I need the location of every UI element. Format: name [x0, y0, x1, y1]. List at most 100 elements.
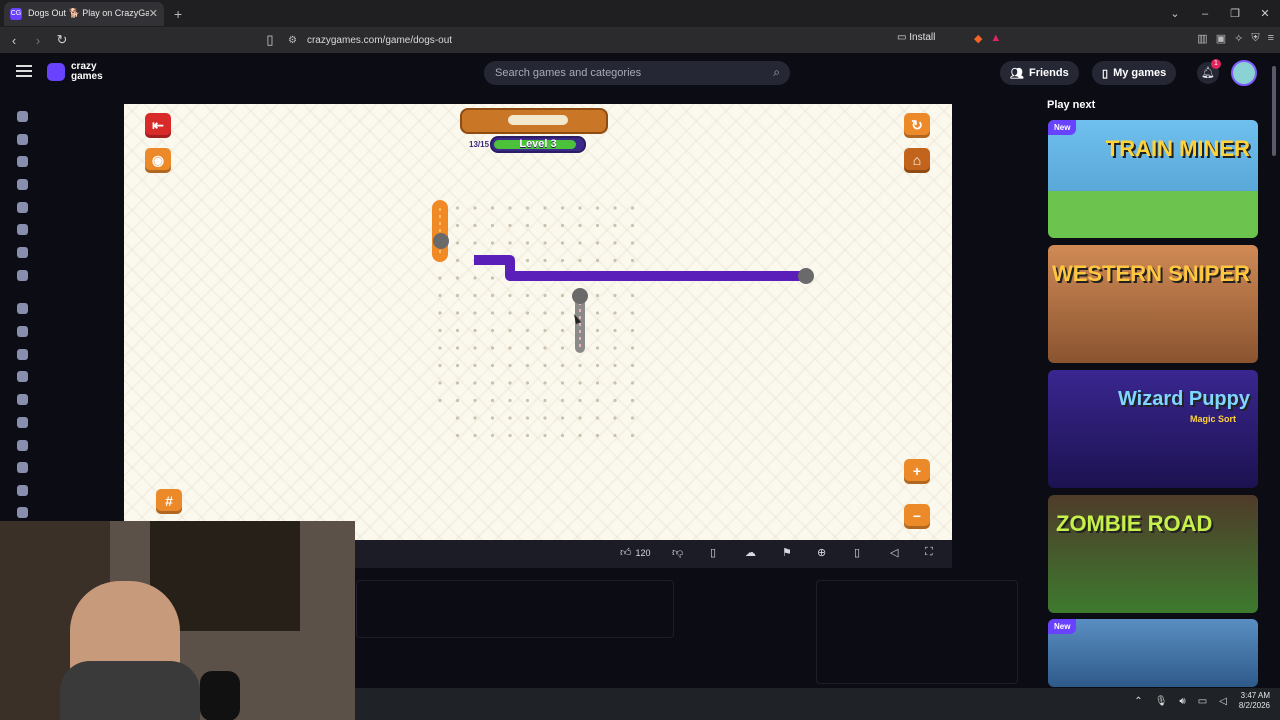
grid-dot[interactable] [490, 433, 495, 438]
grid-dot[interactable] [613, 363, 617, 368]
grid-dot[interactable] [595, 433, 600, 438]
grid-dot[interactable] [560, 258, 565, 263]
grid-dot[interactable] [508, 416, 512, 420]
volume-icon[interactable]: 🔊︎ [1179, 696, 1185, 707]
grid-dot[interactable] [455, 346, 460, 350]
grid-dot[interactable] [578, 258, 582, 263]
grid-dot[interactable] [455, 223, 460, 228]
grid-dot[interactable] [613, 293, 617, 298]
grid-dot[interactable] [455, 433, 460, 438]
game-card-next[interactable]: New [1048, 619, 1258, 687]
basketball-icon[interactable] [17, 349, 28, 360]
grid-dot[interactable] [543, 223, 547, 228]
grid-dot[interactable] [630, 241, 635, 245]
grid-dot[interactable] [613, 241, 617, 245]
grid-dot[interactable] [560, 433, 565, 438]
purple-dog-head[interactable] [798, 268, 814, 284]
grid-dot[interactable] [508, 381, 512, 385]
grid-dot[interactable] [455, 206, 460, 210]
grid-dot[interactable] [490, 363, 495, 368]
grid-dot[interactable] [525, 363, 530, 368]
grid-dot[interactable] [630, 363, 635, 368]
grid-dot[interactable] [543, 433, 547, 438]
grid-dot[interactable] [490, 416, 495, 420]
grid-dot[interactable] [543, 381, 547, 385]
grid-dot[interactable] [473, 381, 477, 385]
puzzle-board[interactable] [124, 104, 952, 540]
grid-dot[interactable] [473, 416, 477, 420]
network-icon[interactable]: ▭ [1198, 696, 1207, 707]
hamburger-menu-icon[interactable] [16, 65, 32, 77]
search-icon[interactable]: ⌕ [773, 65, 780, 80]
grid-dot[interactable] [613, 258, 617, 263]
grid-dot[interactable] [473, 328, 477, 333]
orange-dog-head[interactable] [433, 233, 449, 249]
maximize-icon[interactable]: ❐ [1220, 7, 1250, 20]
grid-dot[interactable] [630, 346, 635, 350]
sidebar-icon[interactable]: ▥ [1197, 32, 1207, 45]
game-card-western-sniper[interactable]: WESTERN SNIPER [1048, 245, 1258, 363]
grid-dot[interactable] [560, 416, 565, 420]
grid-dot[interactable] [543, 416, 547, 420]
grid-dot[interactable] [543, 328, 547, 333]
grid-dot[interactable] [560, 311, 565, 315]
grid-dot[interactable] [630, 293, 635, 298]
grid-dot[interactable] [613, 416, 617, 420]
grid-dot[interactable] [455, 293, 460, 298]
game-card-zombie-road[interactable]: ZOMBIE ROAD [1048, 495, 1258, 613]
grid-dot[interactable] [438, 363, 442, 368]
grid-dot[interactable] [543, 293, 547, 298]
grid-dot[interactable] [543, 346, 547, 350]
purple-dog[interactable] [474, 255, 804, 281]
grid-dot[interactable] [595, 363, 600, 368]
grid-dot[interactable] [525, 206, 530, 210]
grid-dot[interactable] [473, 346, 477, 350]
grid-dot[interactable] [473, 241, 477, 245]
grid-dot[interactable] [508, 206, 512, 210]
grid-dot[interactable] [455, 311, 460, 315]
grid-dot[interactable] [630, 258, 635, 263]
grid-dot[interactable] [455, 416, 460, 420]
grid-dot[interactable] [630, 433, 635, 438]
new-icon[interactable] [17, 156, 28, 167]
grid-dot[interactable] [578, 381, 582, 385]
favorite-button[interactable]: ▯ [710, 546, 716, 559]
grid-dot[interactable] [560, 241, 565, 245]
bookmark-icon[interactable]: ▯ [260, 32, 280, 48]
grid-dot[interactable] [578, 223, 582, 228]
grid-dot[interactable] [595, 328, 600, 333]
grid-dot[interactable] [525, 258, 530, 263]
brave-shield-icon[interactable]: ◆ [974, 32, 982, 45]
forward-icon[interactable]: › [28, 33, 48, 48]
browser-tab[interactable]: CG Dogs Out 🐕 Play on CrazyGam ✕ [4, 1, 164, 26]
grid-dot[interactable] [473, 276, 477, 280]
grid-dot[interactable] [438, 346, 442, 350]
beauty-icon[interactable] [17, 371, 28, 382]
grid-dot[interactable] [613, 206, 617, 210]
grid-dot[interactable] [613, 398, 617, 403]
tab-search-icon[interactable]: ⌄ [1160, 7, 1190, 20]
close-tab-icon[interactable]: ✕ [149, 7, 158, 20]
grid-dot[interactable] [490, 346, 495, 350]
grid-dot[interactable] [560, 363, 565, 368]
grid-dot[interactable] [525, 433, 530, 438]
grid-dot[interactable] [630, 311, 635, 315]
crazygames-logo[interactable]: crazy games [47, 62, 131, 82]
grid-dot[interactable] [490, 241, 495, 245]
grid-dot[interactable] [613, 433, 617, 438]
grid-dot[interactable] [578, 363, 582, 368]
grid-dot[interactable] [508, 363, 512, 368]
grid-dot[interactable] [595, 381, 600, 385]
grid-dot[interactable] [473, 311, 477, 315]
grid-dot[interactable] [490, 223, 495, 228]
grid-dot[interactable] [525, 311, 530, 315]
grid-dot[interactable] [473, 293, 477, 298]
grid-dot[interactable] [595, 293, 600, 298]
settings-icon[interactable] [17, 507, 28, 518]
puzzle-icon[interactable] [17, 485, 28, 496]
grid-dot[interactable] [525, 398, 530, 403]
grid-dot[interactable] [543, 206, 547, 210]
grid-dot[interactable] [578, 241, 582, 245]
mute-button[interactable]: ◁ [890, 546, 898, 559]
grid-dot[interactable] [560, 381, 565, 385]
